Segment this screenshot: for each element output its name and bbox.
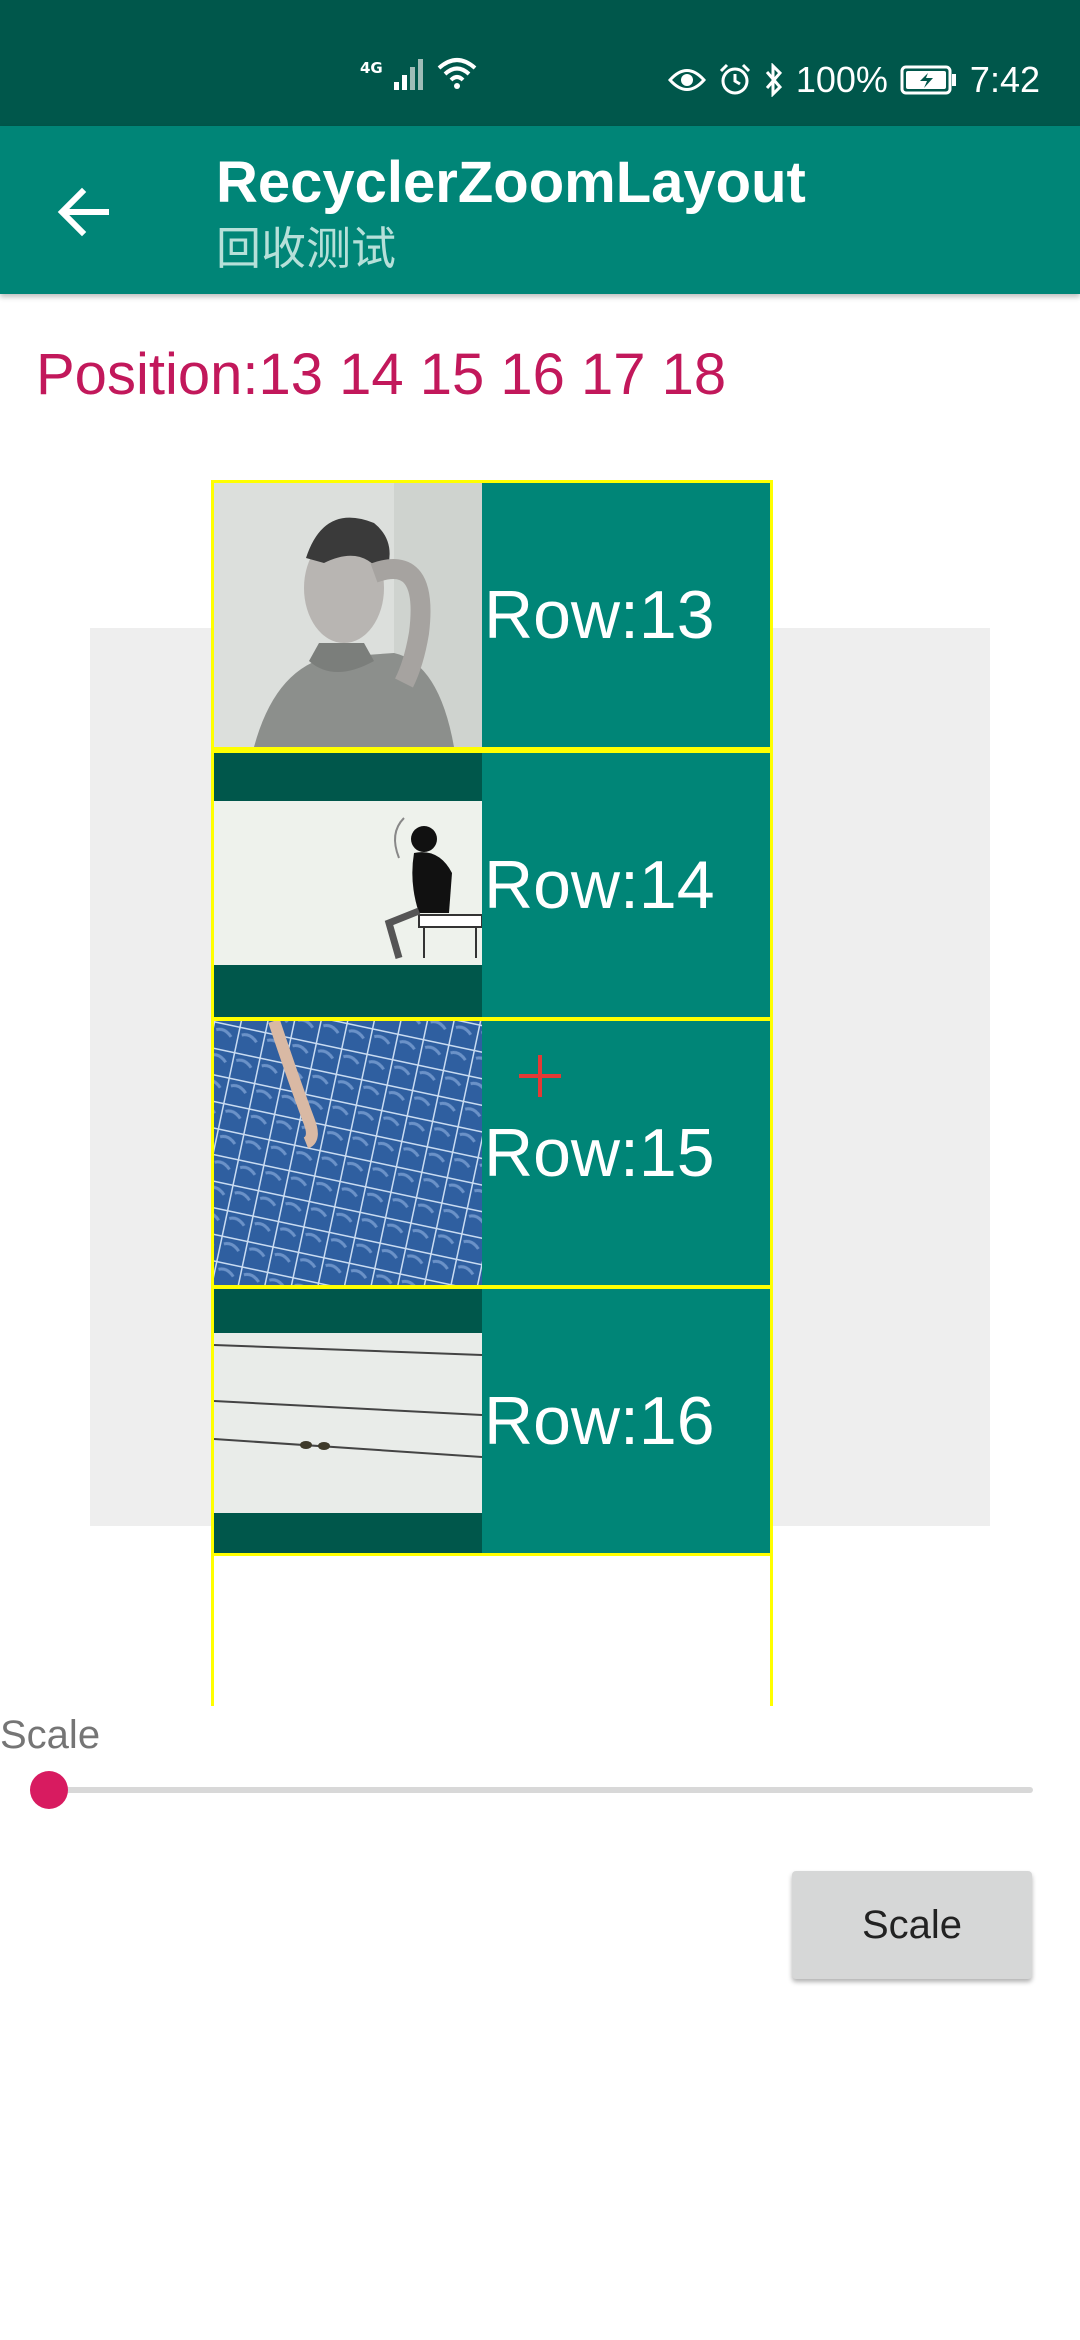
status-icons: 100% 7:42	[667, 50, 1040, 110]
wifi-icon	[437, 58, 477, 89]
row-image	[214, 483, 482, 747]
alarm-icon	[719, 63, 750, 95]
row-label: Row:16	[484, 1383, 715, 1459]
list-item[interactable]: Row:15	[211, 1018, 773, 1288]
app-bar: RecyclerZoomLayout 回收测试	[0, 126, 1080, 294]
battery-percent: 100%	[795, 59, 888, 100]
list-item[interactable]: Row:14	[211, 750, 773, 1020]
bluetooth-icon	[765, 63, 782, 97]
scale-label: Scale	[0, 1713, 101, 1757]
signal-icon	[393, 59, 423, 90]
network-type: 4G	[360, 59, 383, 77]
list-item[interactable]: Row:16	[211, 1286, 773, 1556]
back-arrow-icon[interactable]	[48, 176, 120, 248]
row-image	[214, 753, 482, 1017]
row-label: Row:14	[484, 847, 715, 923]
slider-track[interactable]	[30, 1787, 1033, 1793]
app-title: RecyclerZoomLayout	[216, 150, 806, 215]
network-indicator: 4G	[360, 56, 477, 90]
list-item[interactable]: Row:13	[211, 480, 773, 750]
status-bar: 4G 100% 7:42	[0, 0, 1080, 126]
clock: 7:42	[969, 59, 1040, 100]
battery-charging-icon	[900, 65, 956, 95]
eye-icon	[667, 69, 706, 91]
row-image	[214, 1021, 482, 1285]
scale-slider[interactable]	[30, 1768, 1033, 1812]
position-text: Position:13 14 15 16 17 18	[36, 342, 727, 407]
slider-thumb[interactable]	[30, 1771, 68, 1809]
row-label: Row:13	[484, 577, 715, 653]
crosshair-icon	[519, 1055, 561, 1097]
row-image	[214, 1289, 482, 1553]
app-subtitle: 回收测试	[216, 222, 397, 275]
scale-button[interactable]: Scale	[792, 1871, 1032, 1979]
